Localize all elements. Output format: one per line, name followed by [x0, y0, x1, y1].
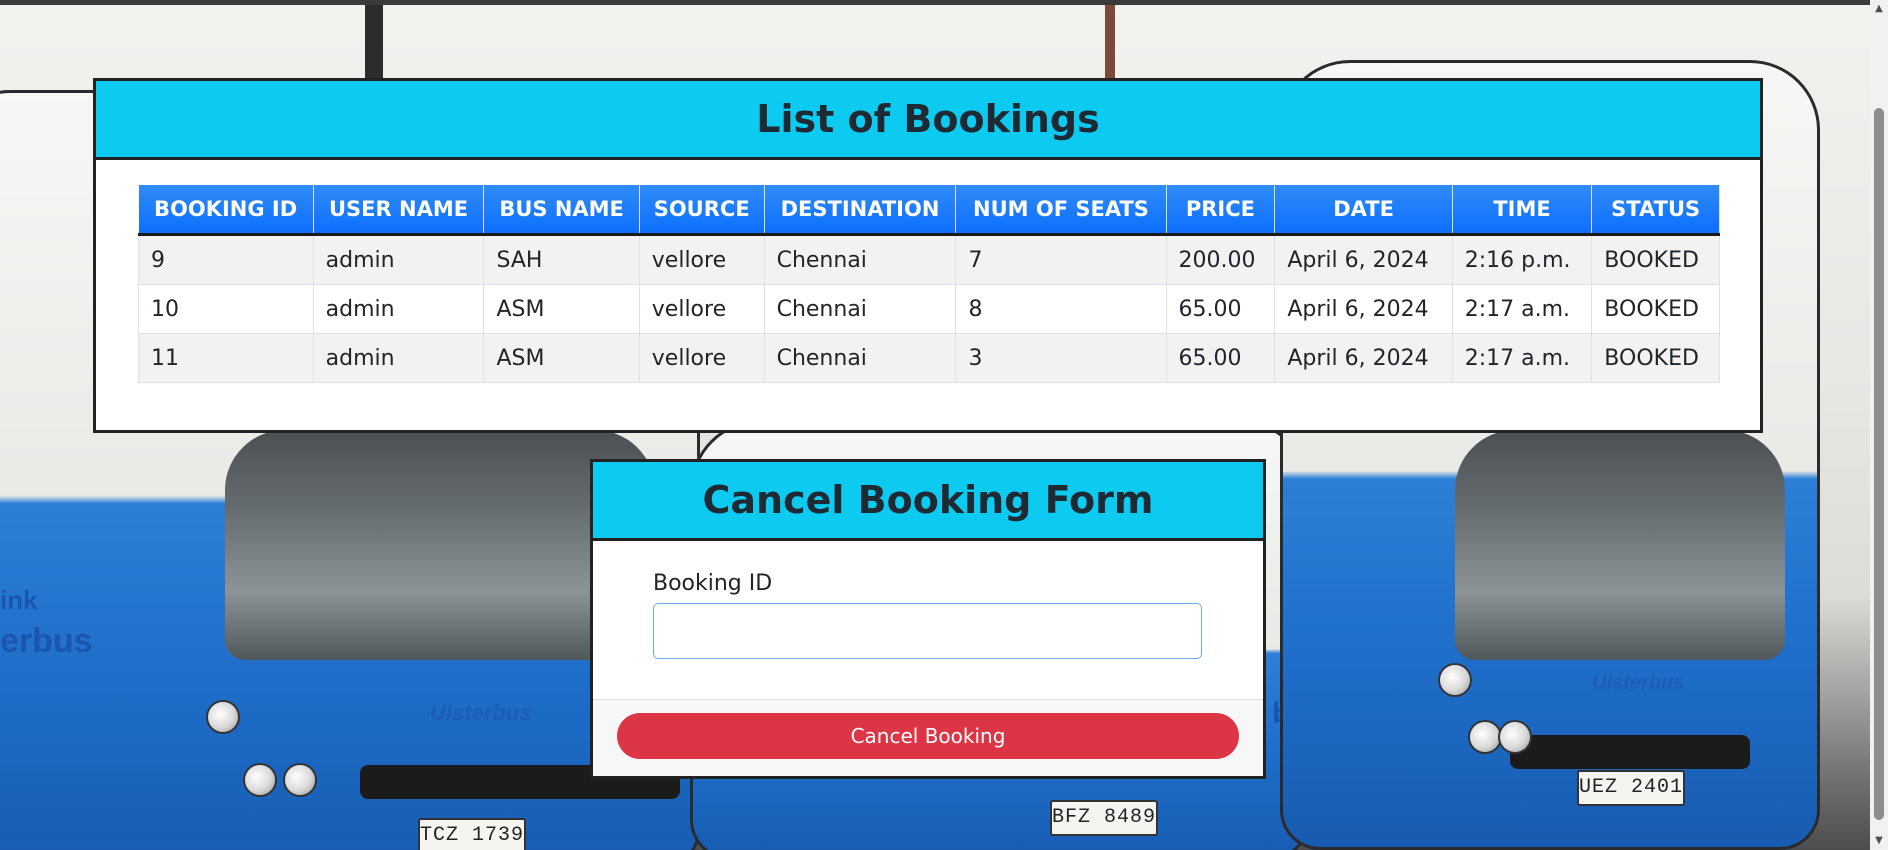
cell-booking-id: 10 — [138, 284, 314, 334]
cell-time: 2:17 a.m. — [1451, 333, 1593, 383]
cell-booking-id: 9 — [138, 234, 314, 285]
cell-num-of-seats: 8 — [955, 284, 1167, 334]
cell-time: 2:17 a.m. — [1451, 284, 1593, 334]
column-header-num-of-seats: NUM OF SEATS — [955, 185, 1167, 236]
column-header-user-name: USER NAME — [313, 185, 485, 236]
column-header-destination: DESTINATION — [764, 185, 957, 236]
bus-headlight — [245, 765, 275, 795]
cancel-booking-panel: Cancel Booking Form Booking ID Cancel Bo… — [590, 459, 1266, 779]
cell-status: BOOKED — [1591, 333, 1720, 383]
bus-brand-text: ink — [0, 585, 38, 615]
bus-brand-logo: Ulsterbus — [430, 700, 532, 725]
scroll-up-icon[interactable]: ▲ — [1870, 0, 1888, 18]
cell-source: vellore — [638, 333, 765, 383]
scroll-down-icon[interactable]: ▼ — [1870, 832, 1888, 850]
cell-price: 65.00 — [1165, 284, 1276, 334]
cell-price: 65.00 — [1165, 333, 1276, 383]
cell-bus-name: ASM — [483, 284, 640, 334]
bookings-panel: List of Bookings BOOKING ID USER NAME BU… — [93, 78, 1763, 433]
bus-brand-logo: Ulsterbus — [1592, 672, 1685, 694]
bus-headlight — [1440, 665, 1470, 695]
bus-headlight — [1500, 722, 1530, 752]
bus-headlight — [208, 702, 238, 732]
cell-source: vellore — [638, 284, 765, 334]
cell-date: April 6, 2024 — [1274, 284, 1453, 334]
table-header-row: BOOKING ID USER NAME BUS NAME SOURCE DES… — [138, 185, 1720, 236]
page-scrollbar[interactable]: ▲ ▼ — [1870, 0, 1888, 850]
cell-booking-id: 11 — [138, 333, 314, 383]
cell-num-of-seats: 7 — [955, 234, 1167, 285]
cell-status: BOOKED — [1591, 284, 1720, 334]
cell-num-of-seats: 3 — [955, 333, 1167, 383]
top-edge — [0, 0, 1870, 5]
cell-destination: Chennai — [763, 333, 957, 383]
cell-price: 200.00 — [1165, 234, 1276, 285]
cancel-form-title: Cancel Booking Form — [593, 462, 1263, 541]
cell-date: April 6, 2024 — [1274, 234, 1453, 285]
cell-destination: Chennai — [763, 284, 957, 334]
cell-time: 2:16 p.m. — [1451, 234, 1593, 285]
booking-id-input[interactable] — [653, 603, 1202, 659]
column-header-time: TIME — [1452, 185, 1593, 236]
column-header-source: SOURCE — [639, 185, 765, 236]
license-plate: TCZ 1739 — [418, 818, 526, 850]
cell-user-name: admin — [312, 284, 485, 334]
cancel-booking-button[interactable]: Cancel Booking — [617, 713, 1239, 759]
table-row: 9 admin SAH vellore Chennai 7 200.00 Apr… — [138, 234, 1720, 285]
booking-id-label: Booking ID — [653, 571, 773, 596]
cell-destination: Chennai — [763, 234, 957, 285]
cell-bus-name: ASM — [483, 333, 640, 383]
bus-headlight — [285, 765, 315, 795]
license-plate: BFZ 8489 — [1050, 800, 1158, 836]
bus-windshield — [1455, 430, 1785, 660]
cell-source: vellore — [638, 234, 765, 285]
license-plate: UEZ 2401 — [1577, 770, 1685, 806]
cell-status: BOOKED — [1591, 234, 1720, 285]
column-header-date: DATE — [1274, 185, 1453, 236]
bus-grille — [1510, 735, 1750, 769]
table-row: 10 admin ASM vellore Chennai 8 65.00 Apr… — [138, 284, 1720, 334]
bus-headlight — [1470, 722, 1500, 752]
cell-bus-name: SAH — [483, 234, 640, 285]
column-header-price: PRICE — [1166, 185, 1276, 236]
cell-user-name: admin — [312, 333, 485, 383]
cell-date: April 6, 2024 — [1274, 333, 1453, 383]
cancel-form-footer: Cancel Booking — [593, 699, 1263, 776]
column-header-status: STATUS — [1591, 185, 1720, 236]
bookings-title: List of Bookings — [96, 81, 1760, 160]
cell-user-name: admin — [312, 234, 485, 285]
column-header-bus-name: BUS NAME — [483, 185, 640, 236]
scrollbar-thumb[interactable] — [1874, 108, 1884, 820]
bus-brand-text: erbus — [0, 622, 93, 660]
bookings-table: BOOKING ID USER NAME BUS NAME SOURCE DES… — [138, 185, 1720, 383]
cancel-form-body: Booking ID — [593, 541, 1263, 704]
column-header-booking-id: BOOKING ID — [138, 185, 314, 236]
table-row: 11 admin ASM vellore Chennai 3 65.00 Apr… — [138, 333, 1720, 383]
